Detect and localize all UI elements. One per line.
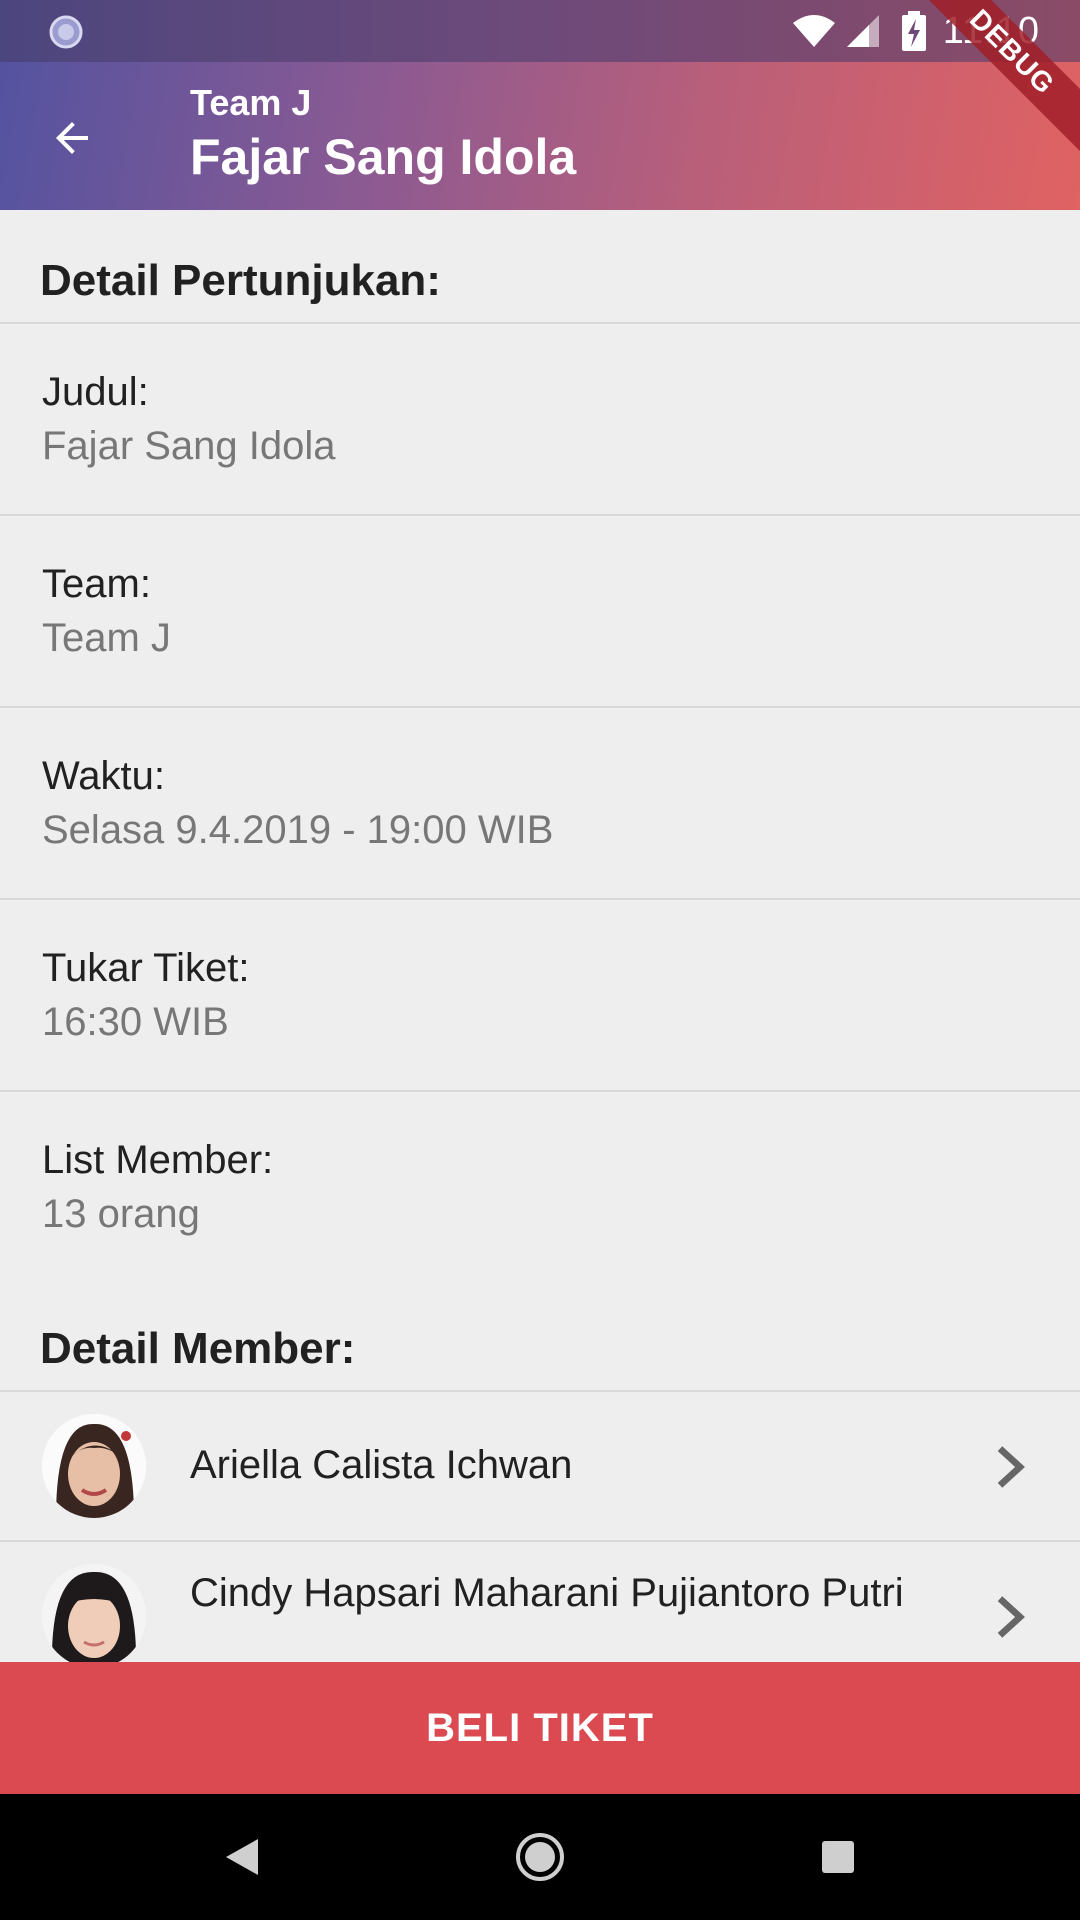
member-name: Ariella Calista Ichwan (190, 1443, 573, 1487)
detail-value: Team J (42, 616, 171, 660)
detail-label: Team: (42, 562, 151, 606)
chevron-right-icon (997, 1446, 1025, 1488)
loading-icon (49, 15, 83, 49)
avatar (42, 1414, 146, 1518)
member-section-title: Detail Member: (40, 1324, 356, 1373)
back-button[interactable] (40, 106, 104, 170)
detail-value: 16:30 WIB (42, 1000, 229, 1044)
detail-value: Fajar Sang Idola (42, 424, 336, 468)
avatar (42, 1564, 146, 1662)
detail-section-title: Detail Pertunjukan: (40, 256, 441, 305)
detail-row-team: Team: Team J (0, 516, 1080, 708)
app-bar: Team J Fajar Sang Idola (0, 62, 1080, 210)
detail-value: 13 orang (42, 1192, 200, 1236)
detail-row-list-member: List Member: 13 orang (0, 1092, 1080, 1284)
app-bar-subtitle: Team J (190, 82, 312, 123)
recents-square-icon (822, 1841, 854, 1873)
nav-recents-button[interactable] (808, 1827, 868, 1887)
member-list-item[interactable]: Cindy Hapsari Maharani Pujiantoro Putri (0, 1542, 1080, 1662)
member-section-header: Detail Member: (0, 1276, 1080, 1392)
member-list-item[interactable]: Ariella Calista Ichwan (0, 1392, 1080, 1542)
detail-row-judul: Judul: Fajar Sang Idola (0, 324, 1080, 516)
nav-back-button[interactable] (212, 1827, 272, 1887)
arrow-back-icon (56, 122, 88, 154)
member-name: Cindy Hapsari Maharani Pujiantoro Putri (190, 1571, 904, 1615)
detail-row-tukar-tiket: Tukar Tiket: 16:30 WIB (0, 900, 1080, 1092)
home-circle-icon (516, 1833, 564, 1881)
detail-label: Tukar Tiket: (42, 946, 250, 990)
detail-label: List Member: (42, 1138, 274, 1182)
battery-charging-icon (901, 11, 926, 51)
status-bar: 11:10 (0, 0, 1080, 62)
signal-icon (846, 15, 879, 47)
nav-home-button[interactable] (510, 1827, 570, 1887)
detail-value: Selasa 9.4.2019 - 19:00 WIB (42, 808, 554, 852)
buy-ticket-button[interactable]: BELI TIKET (0, 1662, 1080, 1794)
detail-section-header: Detail Pertunjukan: (0, 210, 1080, 324)
wifi-icon (792, 15, 835, 47)
detail-label: Judul: (42, 370, 149, 414)
detail-row-waktu: Waktu: Selasa 9.4.2019 - 19:00 WIB (0, 708, 1080, 900)
system-nav-bar (0, 1794, 1080, 1920)
chevron-right-icon (997, 1596, 1025, 1638)
detail-label: Waktu: (42, 754, 165, 798)
page-title: Fajar Sang Idola (190, 129, 577, 185)
back-triangle-icon (226, 1839, 258, 1875)
